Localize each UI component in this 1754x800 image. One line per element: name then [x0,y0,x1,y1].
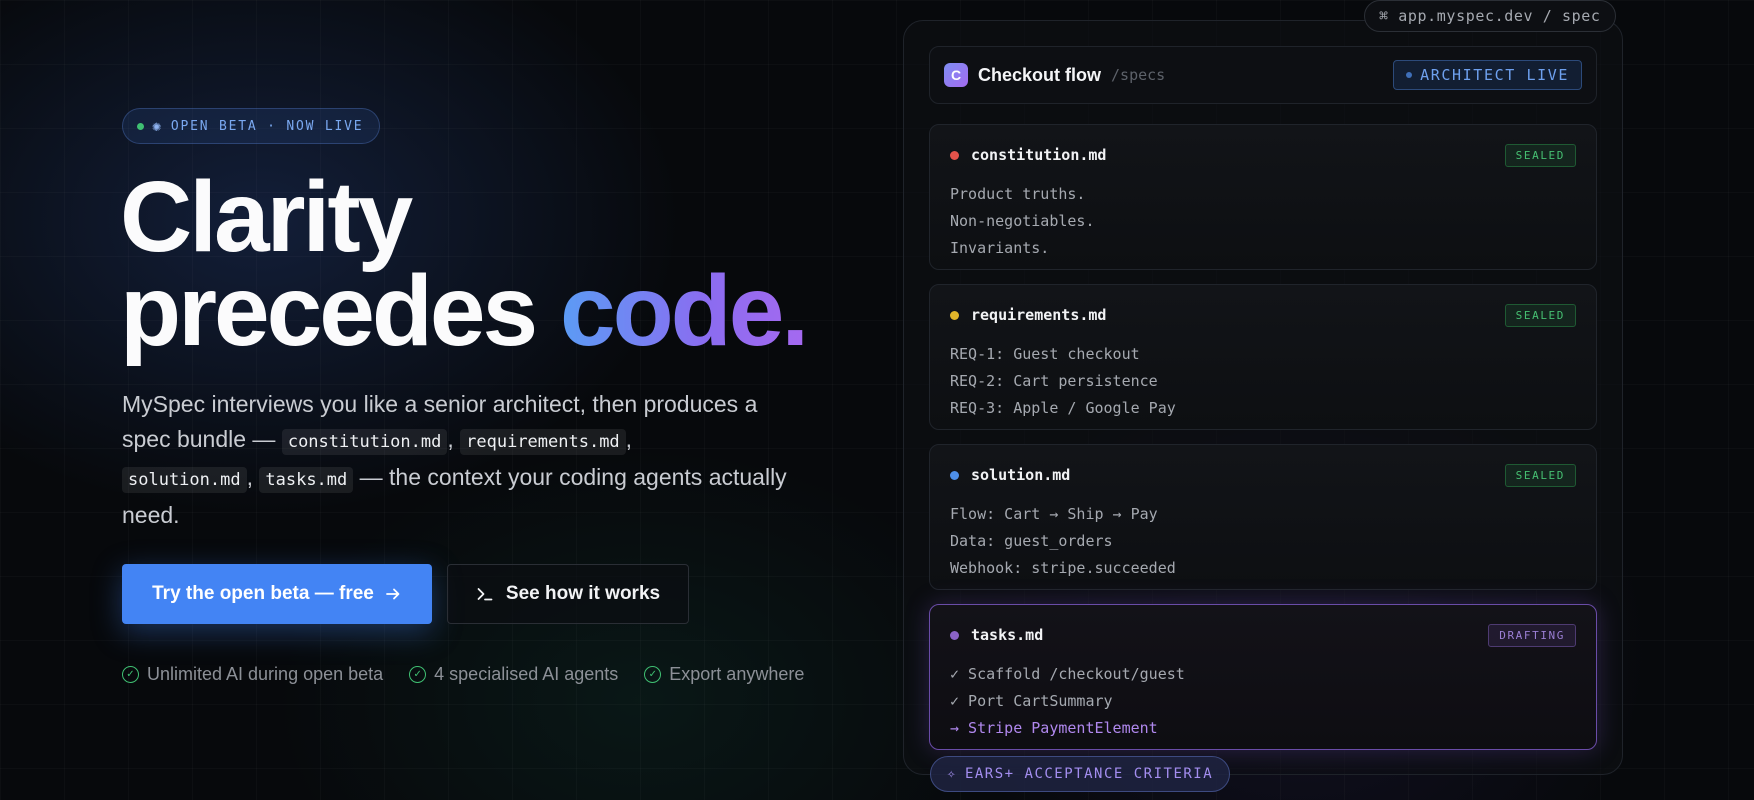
feature-item: ✓ 4 specialised AI agents [409,664,618,685]
card-line: Flow: Cart → Ship → Pay [950,505,1158,523]
spec-card-requirements[interactable]: requirements.md SEALED REQ-1: Guest chec… [929,284,1597,430]
feature-label: Unlimited AI during open beta [147,664,384,684]
card-line: REQ-3: Apple / Google Pay [950,399,1176,417]
card-line: ✓ Port CartSummary [950,692,1113,710]
try-beta-label: Try the open beta — free [152,583,374,604]
criteria-label: EARS+ ACCEPTANCE CRITERIA [964,766,1214,782]
feature-item: ✓ Unlimited AI during open beta [122,664,383,685]
file-chip-solution: solution.md [122,467,247,493]
feature-label: Export anywhere [669,664,805,684]
live-dot-icon [137,122,144,130]
see-how-label: See how it works [505,583,661,604]
card-filename: requirements.md [971,306,1107,324]
feature-checklist: ✓ Unlimited AI during open beta ✓ 4 spec… [122,664,804,685]
card-line: REQ-2: Cart persistence [950,372,1158,390]
card-filename: solution.md [971,466,1071,484]
sparkle-icon: ✧ [947,766,957,782]
file-chip-requirements: requirements.md [460,429,626,455]
headline-accent: code. [559,255,809,367]
check-circle-icon: ✓ [644,666,662,683]
architect-live-badge: ARCHITECT LIVE [1393,60,1582,90]
acceptance-criteria-pill: ✧ EARS+ ACCEPTANCE CRITERIA [930,756,1231,792]
beta-badge-label: OPEN BETA · NOW LIVE [170,118,364,134]
card-filename: tasks.md [971,626,1044,644]
app-logo-icon: C [944,63,968,87]
app-title: Checkout flow [978,64,1102,85]
feature-label: 4 specialised AI agents [434,664,619,684]
command-icon: ⌘ [1379,7,1389,25]
architect-live-label: ARCHITECT LIVE [1420,66,1569,84]
file-dot-icon [950,150,959,160]
terminal-icon [477,588,493,601]
file-dot-icon [950,470,959,480]
app-path: /specs [1111,66,1166,84]
spec-card-solution[interactable]: solution.md SEALED Flow: Cart → Ship → P… [929,444,1597,590]
check-circle-icon: ✓ [122,666,139,683]
app-header: C Checkout flow /specs ARCHITECT LIVE [929,46,1597,104]
status-badge: SEALED [1504,303,1576,327]
card-line: ✓ Scaffold /checkout/guest [950,665,1185,683]
card-line: Non-negotiables. [950,212,1095,230]
spec-card-tasks[interactable]: tasks.md DRAFTING ✓ Scaffold /checkout/g… [929,604,1597,750]
file-dot-icon [950,310,959,320]
status-badge: DRAFTING [1488,623,1576,647]
check-circle-icon: ✓ [409,666,427,683]
card-line: Product truths. [950,185,1086,203]
status-badge: SEALED [1504,463,1576,487]
status-dot-icon [1406,72,1413,78]
url-text: app.myspec.dev / spec [1398,7,1601,25]
feature-item: ✓ Export anywhere [644,664,804,685]
card-filename: constitution.md [971,146,1107,164]
card-line: Data: guest_orders [950,532,1113,550]
card-line: Invariants. [950,239,1050,257]
spec-card-constitution[interactable]: constitution.md SEALED Product truths. N… [929,124,1597,270]
file-chip-constitution: constitution.md [281,429,448,455]
card-line: REQ-1: Guest checkout [950,345,1140,363]
card-line: Webhook: stripe.succeeded [950,559,1176,577]
see-how-button[interactable]: See how it works [447,564,689,624]
status-badge: SEALED [1504,143,1576,167]
hero-headline: Clarity precedes code. [120,167,809,361]
headline-line-2: precedes [120,255,538,367]
try-beta-button[interactable]: Try the open beta — free [122,564,432,624]
url-pill: ⌘ app.myspec.dev / spec [1364,0,1616,32]
file-dot-icon [950,630,959,640]
file-chip-tasks: tasks.md [259,467,354,493]
arrow-right-icon [385,588,400,600]
card-line-current: → Stripe PaymentElement [950,719,1158,737]
hero-subcopy: MySpec interviews you like a senior arch… [122,391,787,528]
beta-badge: ✺ OPEN BETA · NOW LIVE [122,108,381,144]
sparkle-icon: ✺ [152,117,163,135]
